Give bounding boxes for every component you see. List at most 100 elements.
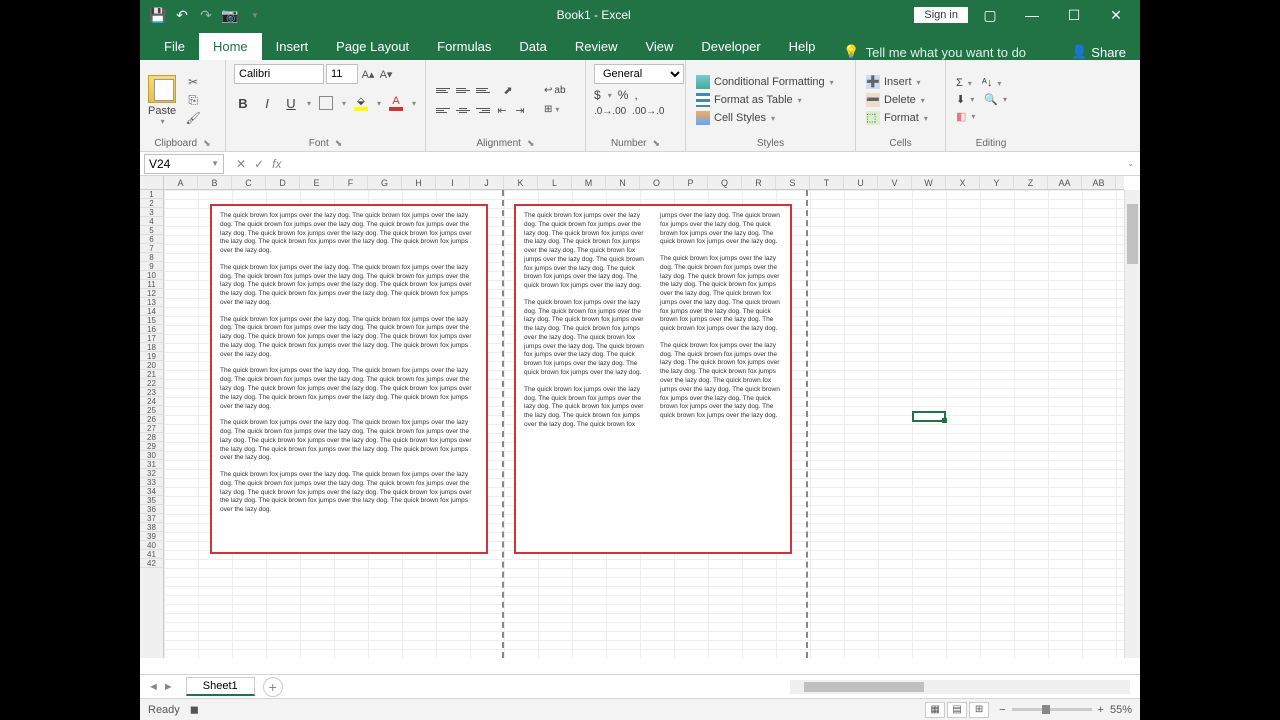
fx-icon[interactable]: fx: [272, 157, 281, 171]
align-right-icon[interactable]: [474, 102, 492, 118]
row-header[interactable]: 25: [140, 406, 163, 415]
copy-icon[interactable]: ⎘: [184, 93, 202, 107]
format-painter-icon[interactable]: 🖌: [184, 111, 202, 125]
column-header[interactable]: Z: [1014, 176, 1048, 189]
row-header[interactable]: 9: [140, 262, 163, 271]
row-header[interactable]: 23: [140, 388, 163, 397]
maximize-icon[interactable]: ☐: [1054, 0, 1094, 30]
cut-icon[interactable]: ✂: [184, 75, 202, 89]
tab-developer[interactable]: Developer: [687, 33, 774, 60]
sheet-nav-next-icon[interactable]: ►: [163, 681, 174, 693]
formula-input[interactable]: [289, 154, 1120, 174]
align-left-icon[interactable]: [434, 102, 452, 118]
active-cell[interactable]: [912, 411, 946, 422]
align-middle-icon[interactable]: [454, 82, 472, 98]
column-header[interactable]: C: [232, 176, 266, 189]
format-as-table-button[interactable]: Format as Table▾: [694, 92, 836, 108]
dialog-launcher-icon[interactable]: ⬊: [653, 138, 661, 149]
column-header[interactable]: T: [810, 176, 844, 189]
column-header[interactable]: V: [878, 176, 912, 189]
autosum-button[interactable]: Σ▾ᴬ↓▾: [954, 76, 1009, 90]
merge-center-button[interactable]: ⊞▾: [540, 102, 570, 117]
column-header[interactable]: Y: [980, 176, 1014, 189]
cancel-formula-icon[interactable]: ✕: [236, 157, 246, 171]
column-header[interactable]: Q: [708, 176, 742, 189]
row-header[interactable]: 19: [140, 352, 163, 361]
row-header[interactable]: 6: [140, 235, 163, 244]
text-box[interactable]: The quick brown fox jumps over the lazy …: [514, 204, 792, 554]
align-bottom-icon[interactable]: [474, 82, 492, 98]
column-header[interactable]: H: [402, 176, 436, 189]
macro-record-icon[interactable]: ◼: [190, 703, 199, 716]
row-header[interactable]: 18: [140, 343, 163, 352]
row-header[interactable]: 38: [140, 523, 163, 532]
row-header[interactable]: 21: [140, 370, 163, 379]
close-icon[interactable]: ✕: [1096, 0, 1136, 30]
row-header[interactable]: 26: [140, 415, 163, 424]
page-layout-view-icon[interactable]: ▤: [947, 702, 967, 718]
row-header[interactable]: 14: [140, 307, 163, 316]
column-header[interactable]: M: [572, 176, 606, 189]
align-top-icon[interactable]: [434, 82, 452, 98]
redo-icon[interactable]: ↷: [198, 7, 214, 23]
fill-color-button[interactable]: ⬙: [352, 94, 370, 112]
underline-button[interactable]: U: [282, 94, 300, 112]
row-header[interactable]: 15: [140, 316, 163, 325]
column-header[interactable]: R: [742, 176, 776, 189]
zoom-level[interactable]: 55%: [1110, 704, 1132, 716]
save-icon[interactable]: 💾: [150, 7, 166, 23]
increase-font-icon[interactable]: A▴: [360, 66, 376, 82]
page-break-view-icon[interactable]: ⊞: [969, 702, 989, 718]
row-header[interactable]: 12: [140, 289, 163, 298]
dialog-launcher-icon[interactable]: ⬊: [335, 138, 343, 149]
decrease-font-icon[interactable]: A▾: [378, 66, 394, 82]
dialog-launcher-icon[interactable]: ⬊: [203, 138, 211, 149]
row-header[interactable]: 29: [140, 442, 163, 451]
enter-formula-icon[interactable]: ✓: [254, 157, 264, 171]
tab-home[interactable]: Home: [199, 33, 262, 60]
percent-icon[interactable]: %: [618, 88, 629, 102]
row-header[interactable]: 32: [140, 469, 163, 478]
wrap-text-button[interactable]: ↩ab: [540, 83, 570, 98]
row-header[interactable]: 37: [140, 514, 163, 523]
add-sheet-button[interactable]: +: [263, 677, 283, 697]
italic-button[interactable]: I: [258, 94, 276, 112]
tab-view[interactable]: View: [631, 33, 687, 60]
column-header[interactable]: N: [606, 176, 640, 189]
tab-page-layout[interactable]: Page Layout: [322, 33, 423, 60]
row-header[interactable]: 3: [140, 208, 163, 217]
orientation-icon[interactable]: ⬈: [500, 82, 516, 98]
vertical-scrollbar[interactable]: [1124, 190, 1140, 658]
column-header[interactable]: X: [946, 176, 980, 189]
tab-file[interactable]: File: [150, 33, 199, 60]
zoom-in-icon[interactable]: +: [1098, 704, 1104, 716]
row-header[interactable]: 2: [140, 199, 163, 208]
insert-cells-button[interactable]: ➕Insert▾: [864, 74, 930, 90]
expand-formula-icon[interactable]: ⌄: [1121, 159, 1140, 168]
column-header[interactable]: O: [640, 176, 674, 189]
column-header[interactable]: AB: [1082, 176, 1116, 189]
row-header[interactable]: 31: [140, 460, 163, 469]
row-headers[interactable]: 1234567891011121314151617181920212223242…: [140, 190, 164, 658]
sheet-nav-prev-icon[interactable]: ◄: [148, 681, 159, 693]
row-header[interactable]: 8: [140, 253, 163, 262]
column-header[interactable]: S: [776, 176, 810, 189]
row-header[interactable]: 41: [140, 550, 163, 559]
sign-in-button[interactable]: Sign in: [914, 7, 968, 23]
column-header[interactable]: I: [436, 176, 470, 189]
row-header[interactable]: 42: [140, 559, 163, 568]
number-format-select[interactable]: General: [594, 64, 684, 84]
ribbon-display-icon[interactable]: ▢: [970, 0, 1010, 30]
tab-insert[interactable]: Insert: [262, 33, 323, 60]
border-button[interactable]: [317, 94, 335, 112]
row-header[interactable]: 4: [140, 217, 163, 226]
decrease-decimal-icon[interactable]: .00→.0: [632, 106, 664, 117]
format-cells-button[interactable]: ⬚Format▾: [864, 110, 930, 126]
camera-icon[interactable]: 📷: [222, 7, 238, 23]
column-header[interactable]: W: [912, 176, 946, 189]
font-color-button[interactable]: A: [387, 94, 405, 112]
column-header[interactable]: F: [334, 176, 368, 189]
increase-indent-icon[interactable]: ⇥: [512, 102, 528, 118]
row-header[interactable]: 40: [140, 541, 163, 550]
tab-data[interactable]: Data: [505, 33, 560, 60]
